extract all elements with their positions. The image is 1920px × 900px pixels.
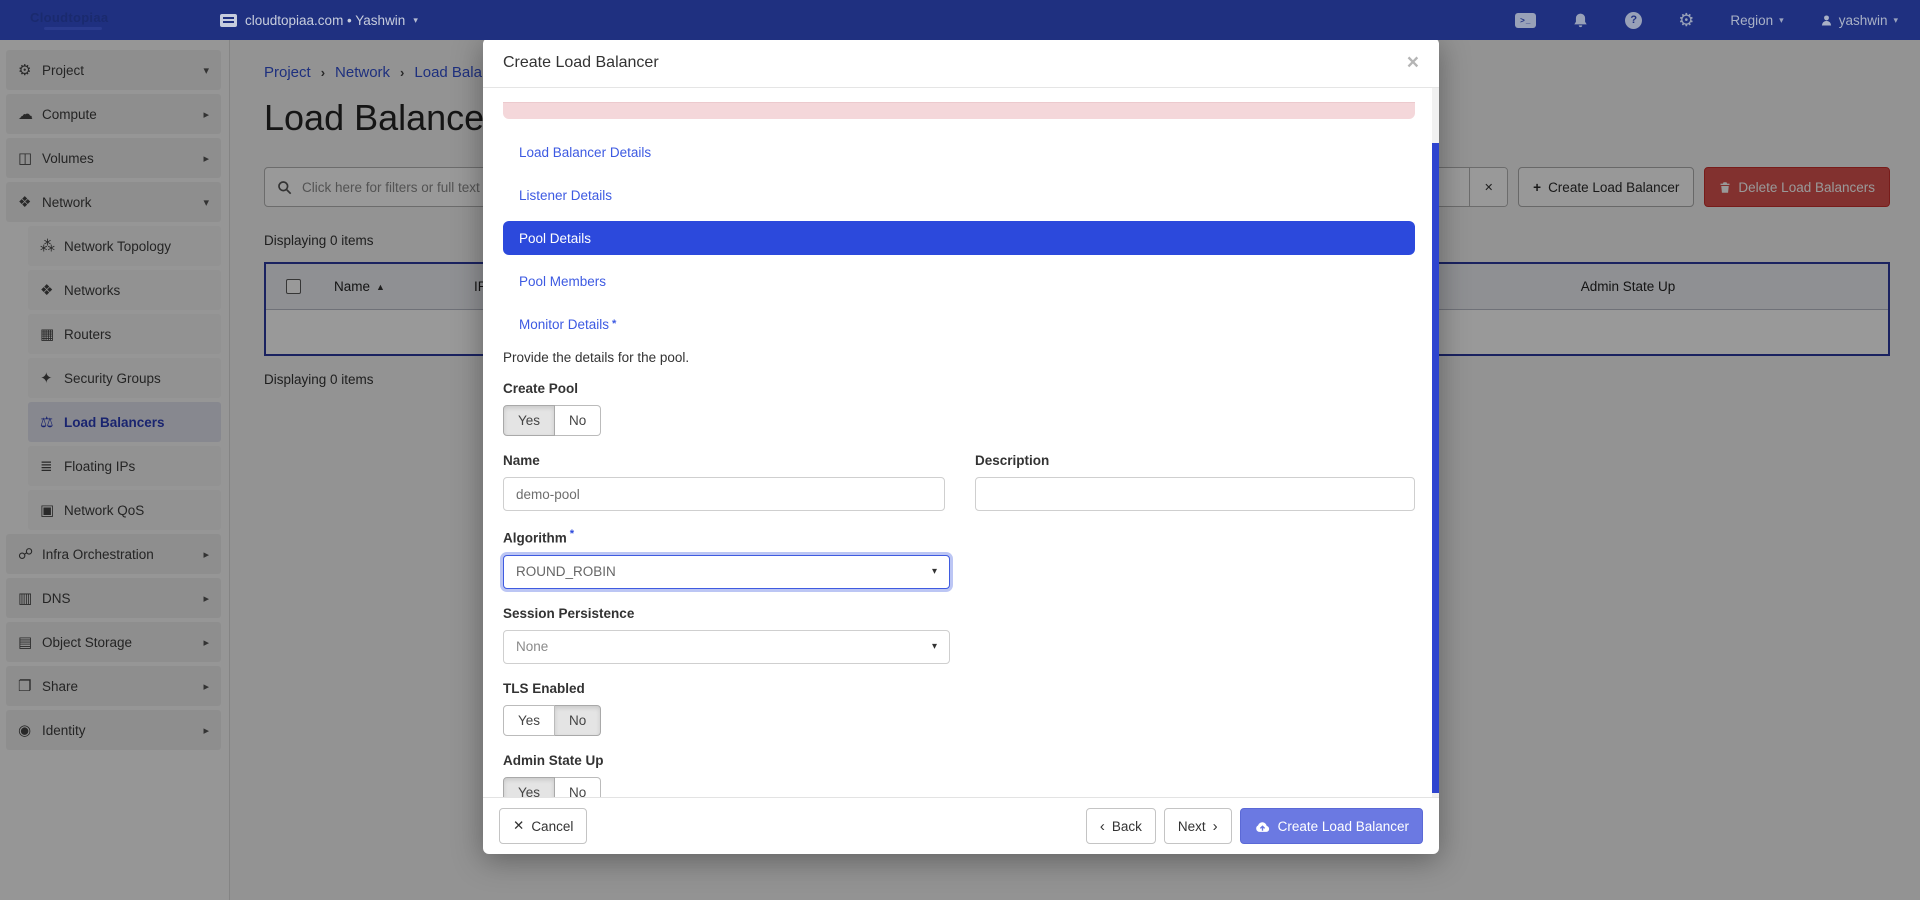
chevron-down-icon: ▾ xyxy=(413,15,418,26)
settings-gear-icon[interactable]: ⚙ xyxy=(1678,11,1694,29)
modal-header: Create Load Balancer × xyxy=(483,38,1439,88)
chevron-down-icon: ▾ xyxy=(932,566,937,577)
pool-name-input[interactable] xyxy=(503,477,945,511)
step-pool-members[interactable]: Pool Members xyxy=(503,264,1415,298)
algorithm-label: Algorithm* xyxy=(503,528,1415,546)
modal-body: Load Balancer Details Listener Details P… xyxy=(483,88,1439,797)
step-load-balancer-details[interactable]: Load Balancer Details xyxy=(503,135,1415,169)
admin-state-up-toggle: Yes No xyxy=(503,777,601,798)
project-context-menu[interactable]: cloudtopiaa.com • Yashwin ▾ xyxy=(220,13,418,28)
top-navbar: Cloudtopiaa cloudtopiaa.com • Yashwin ▾ … xyxy=(0,0,1920,40)
create-pool-label: Create Pool xyxy=(503,381,1415,396)
footer-actions: ‹ Back Next › Create Load Balancer xyxy=(1086,808,1423,844)
help-icon[interactable]: ? xyxy=(1625,12,1642,29)
modal-footer: ✕ Cancel ‹ Back Next › Create Load xyxy=(483,797,1439,854)
chevron-right-icon: › xyxy=(1213,819,1218,834)
name-description-row: Name Description xyxy=(503,453,1415,511)
algorithm-select[interactable]: ROUND_ROBIN ▾ xyxy=(503,555,950,589)
modal-title: Create Load Balancer xyxy=(503,54,659,72)
admin-state-up-field: Admin State Up Yes No xyxy=(503,753,1415,798)
session-persistence-field: Session Persistence None ▾ xyxy=(503,606,1415,664)
chevron-down-icon: ▾ xyxy=(1779,15,1784,26)
tls-yes-button[interactable]: Yes xyxy=(503,705,555,736)
brand-tagline xyxy=(44,27,102,30)
console-icon[interactable]: >_ xyxy=(1515,13,1536,28)
tls-enabled-toggle: Yes No xyxy=(503,705,601,736)
required-asterisk: * xyxy=(570,528,574,540)
create-load-balancer-modal: Create Load Balancer × Load Balancer Det… xyxy=(483,38,1439,854)
required-asterisk: * xyxy=(612,318,616,330)
project-context-label: cloudtopiaa.com • Yashwin xyxy=(245,13,405,28)
x-icon: ✕ xyxy=(513,818,524,834)
chevron-down-icon: ▾ xyxy=(1893,15,1898,26)
description-field: Description xyxy=(975,453,1415,511)
user-menu[interactable]: yashwin ▾ xyxy=(1820,13,1898,28)
submit-create-load-balancer-button[interactable]: Create Load Balancer xyxy=(1240,808,1423,844)
description-label: Description xyxy=(975,453,1415,468)
pool-description-input[interactable] xyxy=(975,477,1415,511)
app: Cloudtopiaa cloudtopiaa.com • Yashwin ▾ … xyxy=(0,0,1920,900)
region-menu[interactable]: Region ▾ xyxy=(1730,13,1783,28)
brand-logo[interactable]: Cloudtopiaa xyxy=(30,10,180,30)
name-field: Name xyxy=(503,453,945,511)
pool-intro-text: Provide the details for the pool. xyxy=(503,350,1415,365)
admin-state-up-label: Admin State Up xyxy=(503,753,1415,768)
create-pool-yes-button[interactable]: Yes xyxy=(503,405,555,436)
admin-no-button[interactable]: No xyxy=(555,777,601,798)
name-label: Name xyxy=(503,453,945,468)
back-button[interactable]: ‹ Back xyxy=(1086,808,1156,844)
algorithm-field: Algorithm* ROUND_ROBIN ▾ xyxy=(503,528,1415,589)
next-button[interactable]: Next › xyxy=(1164,808,1232,844)
step-listener-details[interactable]: Listener Details xyxy=(503,178,1415,212)
step-monitor-details[interactable]: Monitor Details * xyxy=(503,307,1415,341)
chevron-down-icon: ▾ xyxy=(932,641,937,652)
username-label: yashwin xyxy=(1839,13,1888,28)
create-pool-no-button[interactable]: No xyxy=(555,405,601,436)
brand-name: Cloudtopiaa xyxy=(30,10,180,25)
tls-no-button[interactable]: No xyxy=(555,705,601,736)
navbar-right: >_ ? ⚙ Region ▾ yashwin ▾ xyxy=(1515,11,1898,29)
chevron-left-icon: ‹ xyxy=(1100,819,1105,834)
bell-icon[interactable] xyxy=(1572,12,1589,29)
validation-alert-strip xyxy=(503,102,1415,119)
session-persistence-select[interactable]: None ▾ xyxy=(503,630,950,664)
create-pool-field: Create Pool Yes No xyxy=(503,381,1415,436)
create-pool-toggle: Yes No xyxy=(503,405,601,436)
close-icon[interactable]: × xyxy=(1407,52,1419,73)
cancel-button[interactable]: ✕ Cancel xyxy=(499,808,587,844)
project-card-icon xyxy=(220,14,237,27)
step-pool-details[interactable]: Pool Details xyxy=(503,221,1415,255)
region-label: Region xyxy=(1730,13,1773,28)
cloud-upload-icon xyxy=(1254,819,1271,833)
session-persistence-label: Session Persistence xyxy=(503,606,1415,621)
tls-enabled-label: TLS Enabled xyxy=(503,681,1415,696)
user-icon xyxy=(1820,14,1833,27)
tls-enabled-field: TLS Enabled Yes No xyxy=(503,681,1415,736)
modal-scrollbar-thumb[interactable] xyxy=(1432,143,1439,793)
admin-yes-button[interactable]: Yes xyxy=(503,777,555,798)
